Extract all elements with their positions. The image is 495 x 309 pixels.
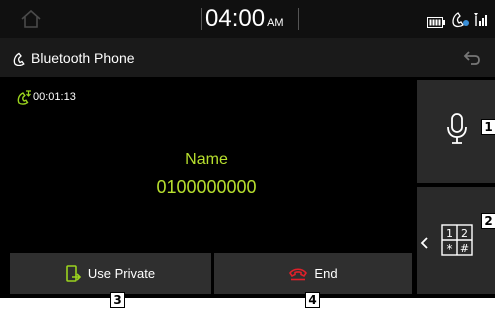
status-divider [298,8,299,30]
call-info-panel: 00:01:13 Name 0100000000 [0,77,413,253]
title-bar: Bluetooth Phone [0,38,495,77]
status-bar: 04:00 AM [0,0,495,38]
clock-time: 04:00 [205,5,266,32]
clock-ampm: AM [267,17,284,29]
clock: 04:00 AM [205,4,297,34]
status-divider [201,8,202,30]
keypad-button[interactable]: 1 2 * # [417,187,495,294]
keypad-key-hash: # [460,242,469,255]
keypad-key-1: 1 [446,227,453,240]
use-private-icon [66,264,82,282]
keypad-icon: 1 2 * # [441,224,473,256]
signal-icon [472,10,488,28]
end-call-icon [289,267,308,280]
page-title: Bluetooth Phone [31,50,135,66]
end-call-button[interactable]: End [214,253,412,294]
phone-status-icon [450,10,470,28]
keypad-key-star: * [447,242,453,256]
use-private-button-content: Use Private [10,253,211,294]
caller-number: 0100000000 [156,177,257,197]
active-call-icon [16,90,32,106]
end-call-label: End [314,265,338,281]
callout-4: 4 [305,292,320,308]
call-duration: 00:01:13 [33,91,76,103]
callout-2: 2 [481,213,495,229]
callout-3: 3 [110,292,125,308]
bluetooth-phone-screen: 04:00 AM Bluetooth Phone 00:01:13 Name 0… [0,0,495,298]
back-button[interactable] [455,44,489,72]
use-private-label: Use Private [87,265,156,281]
battery-icon [427,13,445,28]
home-icon[interactable] [20,9,42,29]
callout-1: 1 [481,119,495,135]
chevron-left-icon [420,234,430,249]
back-icon [463,51,480,65]
end-call-button-content: End [214,253,412,294]
phone-icon [13,51,27,67]
use-private-button[interactable]: Use Private [10,253,211,294]
caller-name: Name [185,151,228,168]
microphone-icon [446,113,468,145]
keypad-key-2: 2 [461,227,468,240]
